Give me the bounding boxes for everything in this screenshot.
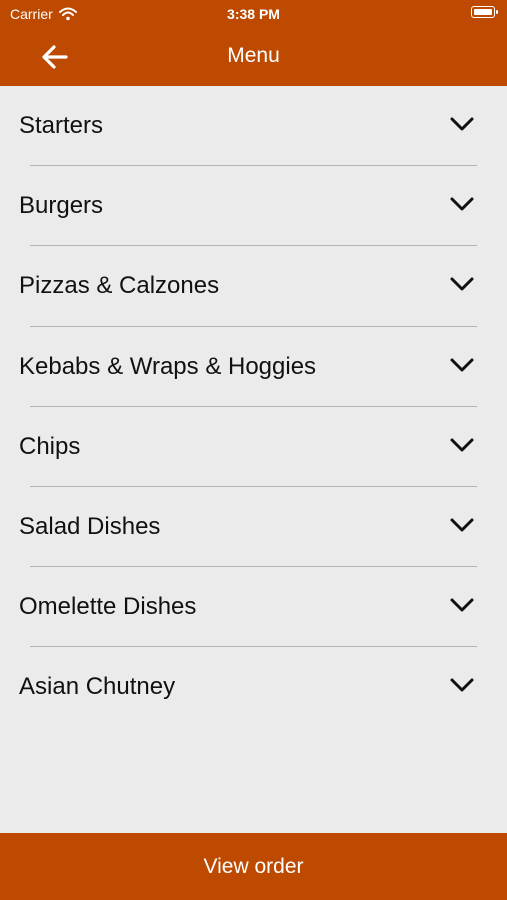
chevron-down-icon <box>450 358 474 372</box>
menu-category-starters[interactable]: Starters <box>0 86 507 167</box>
chevron-down-icon <box>450 598 474 612</box>
nav-bar: Menu <box>0 28 507 86</box>
page-title: Menu <box>227 44 280 67</box>
category-label: Burgers <box>19 192 104 220</box>
menu-category-asian-chutney[interactable]: Asian Chutney <box>0 647 507 727</box>
view-order-button[interactable]: View order <box>0 833 507 900</box>
menu-category-omelette-dishes[interactable]: Omelette Dishes <box>0 567 507 648</box>
chevron-down-icon <box>450 117 474 131</box>
status-time: 3:38 PM <box>227 6 280 22</box>
category-label: Omelette Dishes <box>19 593 197 621</box>
category-label: Asian Chutney <box>19 673 176 701</box>
menu-category-pizzas-calzones[interactable]: Pizzas & Calzones <box>0 246 507 327</box>
category-label: Pizzas & Calzones <box>19 272 220 300</box>
category-label: Chips <box>19 432 81 460</box>
chevron-down-icon <box>450 678 474 692</box>
category-label: Kebabs & Wraps & Hoggies <box>19 352 317 380</box>
category-label: Salad Dishes <box>19 513 161 541</box>
status-bar: Carrier 3:38 PM <box>0 0 507 28</box>
chevron-down-icon <box>450 197 474 211</box>
battery-icon <box>471 6 498 18</box>
menu-category-burgers[interactable]: Burgers <box>0 166 507 247</box>
chevron-down-icon <box>450 518 474 532</box>
top-bar: Carrier 3:38 PM Menu <box>0 0 507 86</box>
chevron-down-icon <box>450 438 474 452</box>
menu-category-salad-dishes[interactable]: Salad Dishes <box>0 487 507 568</box>
menu-category-list: Starters Burgers Pizzas & Calzones Kebab… <box>0 86 507 728</box>
menu-category-kebabs-wraps-hoggies[interactable]: Kebabs & Wraps & Hoggies <box>0 327 507 407</box>
chevron-down-icon <box>450 277 474 291</box>
category-label: Starters <box>19 112 104 140</box>
menu-category-chips[interactable]: Chips <box>0 407 507 487</box>
